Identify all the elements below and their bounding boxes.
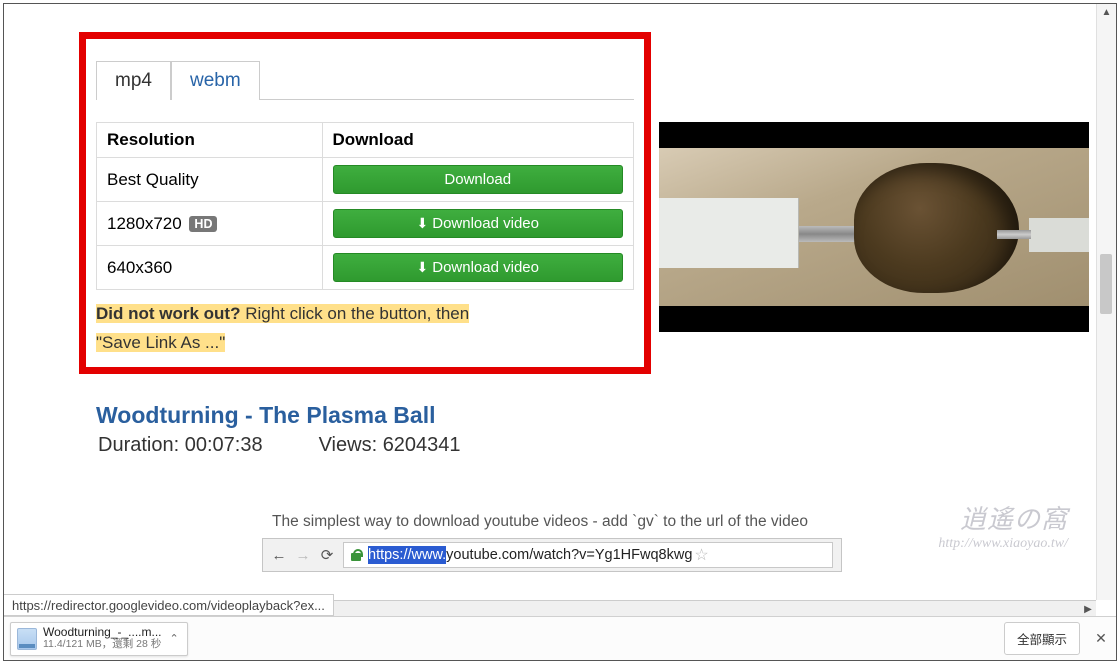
resolution-value: 640x360	[107, 258, 172, 277]
hd-badge: HD	[189, 216, 217, 232]
download-button-label: Download video	[432, 259, 539, 276]
close-shelf-button[interactable]: ✕	[1086, 630, 1116, 647]
download-icon: ⬇	[417, 215, 429, 231]
table-row: 640x360 ⬇Download video	[97, 246, 634, 290]
col-download-header: Download	[322, 123, 633, 158]
duration-value: 00:07:38	[185, 434, 263, 456]
hint-text: Did not work out? Right click on the but…	[96, 300, 634, 358]
chevron-up-icon[interactable]: ⌃	[170, 632, 179, 645]
scroll-right-arrow-icon[interactable]: ▶	[1080, 601, 1096, 617]
download-button[interactable]: Download	[333, 165, 623, 194]
url-rest: youtube.com/watch?v=Yg1HFwq8kwg	[446, 547, 692, 563]
forward-icon: →	[291, 543, 315, 567]
tabs-underline	[260, 99, 634, 100]
lock-icon	[348, 547, 364, 563]
download-button-label: Download	[444, 171, 511, 188]
views-value: 6204341	[383, 434, 461, 456]
url-selected-part: https://www.	[368, 546, 446, 564]
hint-tail: "Save Link As ..."	[96, 333, 225, 352]
watermark: 逍遙の窩 http://www.xiaoyao.tw/	[938, 499, 1068, 552]
browser-viewport: mp4 webm Resolution Download Best Qualit…	[3, 3, 1117, 661]
resolution-table: Resolution Download Best Quality Downloa…	[96, 122, 634, 290]
resolution-value: Best Quality	[107, 170, 199, 189]
download-button[interactable]: ⬇Download video	[333, 253, 623, 282]
table-row: 1280x720 HD ⬇Download video	[97, 202, 634, 246]
video-thumbnail[interactable]	[659, 122, 1089, 332]
file-icon	[17, 628, 37, 650]
download-button[interactable]: ⬇Download video	[333, 209, 623, 238]
url-mockup-image: ← → ⟳ https://www.youtube.com/watch?v=Yg…	[262, 538, 842, 572]
tab-mp4[interactable]: mp4	[96, 61, 171, 100]
reload-icon: ⟳	[315, 543, 339, 567]
watermark-line2: http://www.xiaoyao.tw/	[938, 536, 1068, 552]
downloads-shelf: Woodturning_-_....m... 11.4/121 MB，還剩 28…	[4, 616, 1116, 660]
hint-lead: Did not work out?	[96, 304, 240, 323]
resolution-value: 1280x720	[107, 214, 182, 233]
scroll-thumb[interactable]	[1100, 254, 1112, 314]
table-row: Best Quality Download	[97, 158, 634, 202]
video-meta: Duration: 00:07:38 Views: 6204341	[98, 434, 461, 457]
col-resolution-header: Resolution	[97, 123, 323, 158]
download-item[interactable]: Woodturning_-_....m... 11.4/121 MB，還剩 28…	[10, 622, 188, 656]
views-label: Views:	[319, 434, 383, 456]
highlighted-download-panel: mp4 webm Resolution Download Best Qualit…	[79, 32, 651, 374]
vertical-scrollbar[interactable]: ▲	[1096, 4, 1116, 600]
duration-label: Duration:	[98, 434, 185, 456]
watermark-line1: 逍遙の窩	[938, 499, 1068, 536]
download-progress-text: 11.4/121 MB，還剩 28 秒	[43, 639, 162, 651]
scroll-up-arrow-icon[interactable]: ▲	[1097, 4, 1116, 20]
video-title[interactable]: Woodturning - The Plasma Ball	[96, 402, 436, 429]
tab-webm[interactable]: webm	[171, 61, 260, 100]
back-icon: ←	[267, 543, 291, 567]
download-icon: ⬇	[417, 259, 429, 275]
address-field: https://www.youtube.com/watch?v=Yg1HFwq8…	[343, 542, 833, 568]
download-button-label: Download video	[432, 215, 539, 232]
page-content: mp4 webm Resolution Download Best Qualit…	[4, 4, 1096, 616]
thumbnail-image	[659, 148, 1089, 306]
hint-mid: Right click on the button, then	[240, 304, 469, 323]
star-icon: ☆	[694, 545, 708, 565]
show-all-downloads-button[interactable]: 全部顯示	[1004, 622, 1080, 655]
tagline: The simplest way to download youtube vid…	[4, 513, 1076, 531]
status-bar: https://redirector.googlevideo.com/video…	[4, 594, 334, 616]
